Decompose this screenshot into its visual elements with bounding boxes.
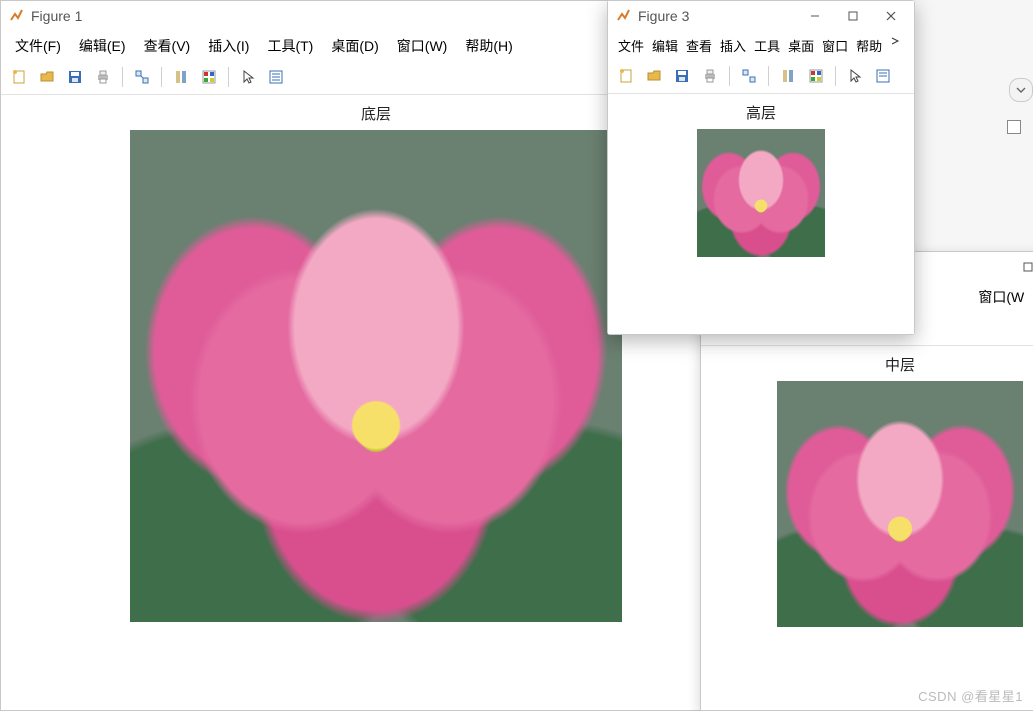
link-axes-button[interactable] — [737, 65, 761, 87]
close-button[interactable] — [872, 2, 910, 30]
menu-insert[interactable]: 插入(I) — [200, 34, 257, 58]
figure3-title: Figure 3 — [638, 8, 689, 24]
figure3-canvas: 高层 — [608, 94, 914, 334]
figure3-titlebar[interactable]: Figure 3 — [608, 1, 914, 31]
menu-window[interactable]: 窗口(W) — [389, 34, 456, 58]
menu-overflow-icon[interactable] — [886, 34, 904, 57]
figure-back-image — [777, 381, 1023, 627]
menu-window[interactable]: 窗口 — [818, 34, 852, 57]
menu-view[interactable]: 查看(V) — [136, 34, 199, 58]
insert-legend-button[interactable] — [264, 66, 288, 88]
figure1-title: Figure 1 — [31, 8, 82, 24]
menu-edit[interactable]: 编辑 — [648, 34, 682, 57]
figure-back-canvas: 中层 — [701, 346, 1033, 710]
new-figure-button[interactable] — [7, 66, 31, 88]
matlab-icon — [9, 8, 25, 24]
print-button[interactable] — [698, 65, 722, 87]
menu-desktop[interactable]: 桌面 — [784, 34, 818, 57]
toolbar-separator — [729, 66, 730, 86]
insert-legend-button[interactable] — [871, 65, 895, 87]
background-dropdown-icon — [1009, 78, 1033, 102]
maximize-button[interactable] — [1005, 253, 1033, 281]
figure3-menubar: 文件 编辑 查看 插入 工具 桌面 窗口 帮助 — [608, 31, 914, 61]
new-figure-button[interactable] — [614, 65, 638, 87]
matlab-icon — [616, 8, 632, 24]
open-button[interactable] — [35, 66, 59, 88]
menu-insert[interactable]: 插入 — [716, 34, 750, 57]
menu-window[interactable]: 窗口(W — [970, 285, 1032, 309]
figure1-axes-title: 底层 — [361, 103, 391, 124]
lotus-image-content — [697, 129, 825, 257]
menu-edit[interactable]: 编辑(E) — [71, 34, 134, 58]
figure3-window: Figure 3 文件 编辑 查看 插入 工具 桌面 窗口 帮助 高层 — [607, 0, 915, 335]
toolbar-separator — [161, 67, 162, 87]
background-checkbox — [1007, 120, 1021, 134]
menu-file[interactable]: 文件(F) — [7, 34, 69, 58]
open-button[interactable] — [642, 65, 666, 87]
pointer-button[interactable] — [843, 65, 867, 87]
lotus-image-content — [130, 130, 622, 622]
toolbar-separator — [768, 66, 769, 86]
menu-tools[interactable]: 工具 — [750, 34, 784, 57]
figure3-toolbar — [608, 61, 914, 94]
menu-help[interactable]: 帮助 — [852, 34, 886, 57]
colorbar-button[interactable] — [197, 66, 221, 88]
link-axes-button[interactable] — [130, 66, 154, 88]
colorbar-button[interactable] — [804, 65, 828, 87]
lotus-image-content — [777, 381, 1023, 627]
figure3-axes-title: 高层 — [746, 102, 776, 123]
figure-back-axes-title: 中层 — [885, 354, 915, 375]
data-cursor-button[interactable] — [169, 66, 193, 88]
maximize-button[interactable] — [834, 2, 872, 30]
menu-help[interactable]: 帮助(H) — [457, 34, 520, 58]
menu-desktop[interactable]: 桌面(D) — [323, 34, 386, 58]
menu-file[interactable]: 文件 — [614, 34, 648, 57]
minimize-button[interactable] — [796, 2, 834, 30]
figure1-image — [130, 130, 622, 622]
toolbar-separator — [122, 67, 123, 87]
save-button[interactable] — [63, 66, 87, 88]
menu-tools[interactable]: 工具(T) — [259, 34, 321, 58]
pointer-button[interactable] — [236, 66, 260, 88]
menu-view[interactable]: 查看 — [682, 34, 716, 57]
data-cursor-button[interactable] — [776, 65, 800, 87]
print-button[interactable] — [91, 66, 115, 88]
figure3-image — [697, 129, 825, 257]
toolbar-separator — [835, 66, 836, 86]
save-button[interactable] — [670, 65, 694, 87]
toolbar-separator — [228, 67, 229, 87]
